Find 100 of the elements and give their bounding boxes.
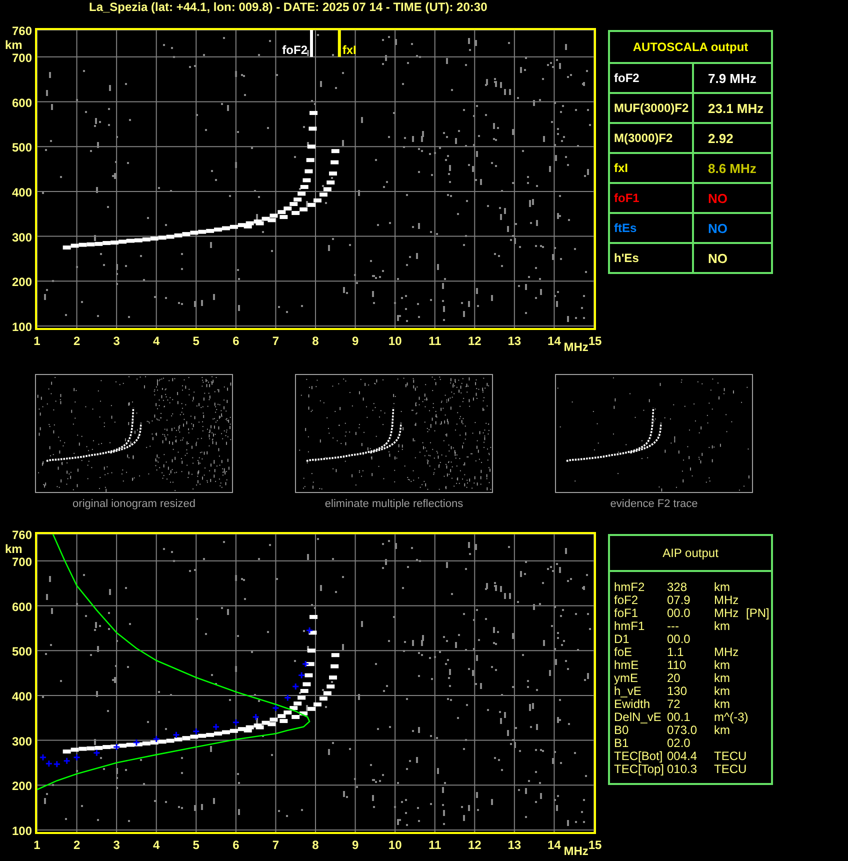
parameter-label: MUF(3000)F2 — [614, 101, 689, 115]
axis-tick-label: 700 — [12, 50, 32, 65]
parameter-value: 00.1 — [667, 711, 692, 724]
axis-tick-label: 600 — [12, 600, 32, 614]
marker-bar — [338, 30, 341, 57]
axis-tick-label: 1 — [34, 838, 40, 852]
axis-tick-label: 500 — [12, 644, 32, 659]
axis-unit-label: MHz — [564, 340, 588, 354]
axis-tick-label: 10 — [388, 838, 402, 852]
parameter-value: 20 — [667, 672, 682, 685]
parameter-value: NO — [708, 220, 728, 236]
axis-tick-label: 100 — [12, 824, 32, 838]
axis-tick-label: 9 — [352, 838, 359, 852]
axis-tick-label: 8 — [312, 838, 319, 852]
parameter-label: Ewidth — [614, 698, 652, 711]
axis-tick-label: 760 — [12, 24, 32, 38]
parameter-label: TEC[Top] — [614, 763, 666, 776]
parameter-label: foE — [614, 646, 634, 659]
axis-tick-label: 300 — [12, 230, 32, 244]
point — [92, 749, 100, 757]
axis-tick-label: 5 — [192, 334, 200, 348]
axis-tick-label: 2 — [73, 838, 80, 852]
parameter-note: [PN] — [746, 607, 770, 620]
parameter-value: 07.9 — [667, 594, 692, 607]
parameter-label: ymE — [614, 672, 639, 685]
point — [232, 718, 240, 726]
point — [212, 723, 220, 731]
parameter-value: 7.9 MHz — [708, 70, 756, 86]
parameter-unit: MHz — [714, 646, 740, 659]
axis-unit-label: km — [5, 38, 22, 52]
parameter-value: 110 — [667, 659, 688, 672]
marker-label: fxI — [342, 42, 356, 57]
point — [306, 626, 314, 634]
parameter-unit: km — [714, 698, 731, 711]
axis-tick-label: 14 — [548, 838, 561, 852]
point — [298, 672, 306, 680]
parameter-value: 073.0 — [667, 724, 698, 737]
parameter-label: fxI — [614, 161, 628, 175]
parameter-value: 1.1 — [667, 646, 685, 659]
parameter-label: ftEs — [614, 221, 637, 235]
point — [172, 731, 180, 739]
axis-tick-label: 1 — [34, 334, 40, 348]
point — [45, 760, 53, 768]
parameter-unit: TECU — [714, 750, 746, 763]
parameter-unit: km — [714, 659, 731, 672]
axis-tick-label: 13 — [508, 838, 522, 852]
parameter-label: hmF2 — [614, 581, 646, 594]
thumbnail-caption: original ionogram resized — [72, 498, 196, 510]
parameter-label: hmF1 — [614, 620, 646, 633]
parameter-value: 8.6 MHz — [708, 160, 756, 176]
parameter-value: 00.0 — [667, 633, 692, 646]
axis-tick-label: 7 — [272, 334, 280, 348]
parameter-label: M(3000)F2 — [614, 131, 673, 145]
axis-tick-label: 500 — [12, 140, 32, 155]
parameter-label: TEC[Bot] — [614, 750, 664, 763]
axis-tick-label: 15 — [588, 334, 602, 348]
axis-tick-label: 2 — [73, 334, 80, 348]
point — [132, 738, 140, 746]
point — [39, 754, 47, 762]
axis-tick-label: 300 — [12, 734, 32, 748]
point — [53, 760, 61, 768]
axis-tick-label: 400 — [12, 689, 32, 704]
parameter-label: h'Es — [614, 251, 639, 265]
panel-title: AIP output — [610, 536, 771, 572]
parameter-value: 72 — [667, 698, 682, 711]
axis-tick-label: 7 — [272, 838, 280, 852]
parameter-label: foF2 — [614, 594, 640, 607]
parameter-value: 130 — [667, 685, 688, 698]
axis-tick-label: 15 — [588, 838, 602, 852]
point — [252, 713, 260, 721]
axis-tick-label: 3 — [113, 838, 120, 852]
parameter-label: foF1 — [614, 191, 640, 205]
axis-tick-label: 100 — [12, 320, 32, 334]
parameter-value: NO — [708, 190, 728, 206]
parameter-label: foF1 — [614, 607, 640, 620]
axis-tick-label: 12 — [468, 334, 482, 348]
axis-tick-label: 4 — [153, 334, 160, 348]
axis-tick-label: 400 — [12, 185, 32, 200]
thumbnail-caption: evidence F2 trace — [610, 498, 698, 510]
axis-tick-label: 4 — [153, 838, 160, 852]
parameter-label: foF2 — [614, 71, 640, 85]
point — [73, 754, 81, 762]
parameter-value: 004.4 — [667, 750, 698, 763]
axis-tick-label: 11 — [428, 838, 442, 852]
point — [192, 728, 200, 736]
parameter-label: h_vE — [614, 685, 642, 698]
parameter-unit: km — [714, 685, 731, 698]
parameter-unit: MHz — [714, 594, 740, 607]
marker-bar — [310, 30, 313, 57]
thumbnail-caption: eliminate multiple reflections — [324, 498, 464, 510]
panel-title: AUTOSCALA output — [610, 32, 771, 64]
point — [152, 735, 160, 743]
point — [272, 704, 280, 712]
parameter-unit: MHz — [714, 607, 740, 620]
parameter-unit: km — [714, 620, 731, 633]
parameter-label: B1 — [614, 737, 630, 750]
axis-tick-label: 6 — [232, 838, 240, 852]
station-title: La_Spezia (lat: +44.1, lon: 009.8) - DATE: 2025 07 14 - TIME (UT): 20:30 — [88, 0, 488, 16]
axis-tick-label: 8 — [312, 334, 319, 348]
axis-tick-label: 760 — [12, 528, 32, 542]
